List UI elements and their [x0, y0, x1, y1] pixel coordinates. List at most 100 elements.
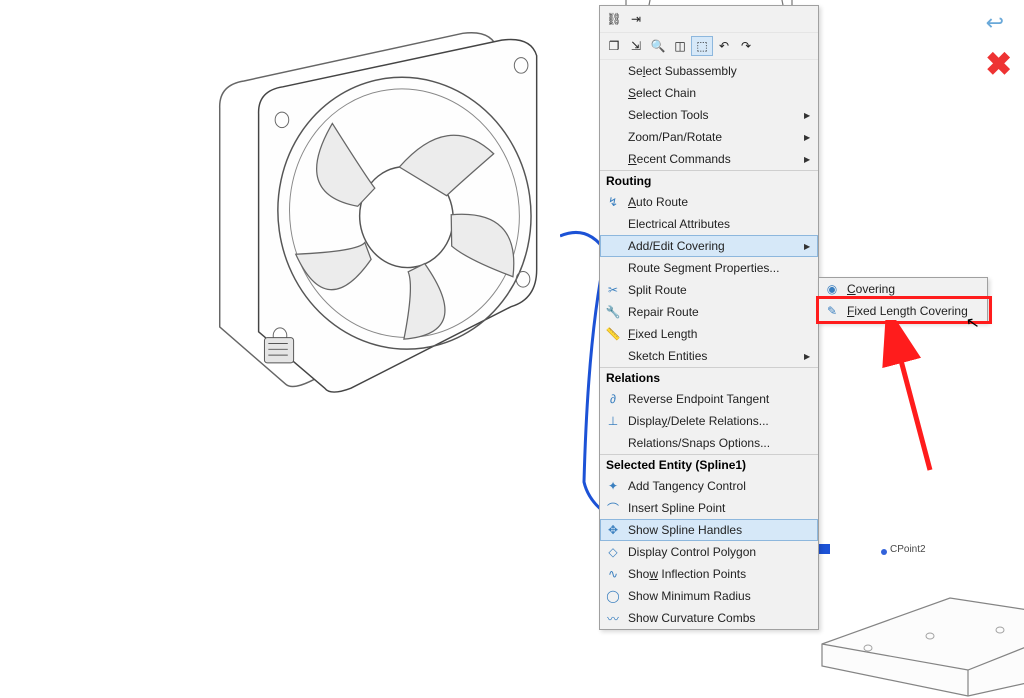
tangency-ctrl-icon: ✦	[602, 477, 624, 495]
add-tangency[interactable]: ✦ Add Tangency Control	[600, 475, 818, 497]
spline-handle-icon: ✥	[602, 521, 624, 539]
auto-route-label: Auto Route	[628, 195, 814, 209]
route-seg-props-label: Route Segment Properties...	[628, 261, 814, 275]
repair-route-label: Repair Route	[628, 305, 814, 319]
blank	[602, 128, 624, 146]
measure-icon[interactable]: ⇲	[625, 36, 647, 56]
section-relations: Relations	[600, 367, 818, 388]
select-chain[interactable]: Select Chain	[600, 82, 818, 104]
add-edit-covering-label: Add/Edit Covering	[628, 239, 804, 253]
curvature-icon: 〰	[602, 609, 624, 627]
display-ctrl-poly[interactable]: ◇ Display Control Polygon	[600, 541, 818, 563]
covering-label: Covering	[847, 282, 983, 296]
svg-text:CPoint2: CPoint2	[890, 544, 926, 555]
covering[interactable]: ◉ Covering	[819, 278, 987, 300]
show-spline-handle[interactable]: ✥ Show Spline Handles	[600, 519, 818, 541]
blank	[602, 106, 624, 124]
context-toolbar-1: ⛓⇥	[600, 6, 818, 33]
copy-icon[interactable]: ❐	[603, 36, 625, 56]
select-chain-label: Select Chain	[628, 86, 814, 100]
sketch-entities-label: Sketch Entities	[628, 349, 804, 363]
add-tangency-label: Add Tangency Control	[628, 479, 814, 493]
model-viewport[interactable]: CPoint2 ↩ ✖	[0, 0, 1024, 667]
close-icon[interactable]: ✖	[985, 48, 1012, 80]
rotate-left-icon[interactable]: ↶	[713, 36, 735, 56]
show-min-radius-label: Show Minimum Radius	[628, 589, 814, 603]
rotate-right-icon[interactable]: ↷	[735, 36, 757, 56]
section-routing: Routing	[600, 170, 818, 191]
submenu-arrow-icon: ▶	[804, 133, 814, 142]
fixed-length-cov[interactable]: ✎ Fixed Length Covering	[819, 300, 987, 322]
fixed-length-cov-label: Fixed Length Covering	[847, 304, 983, 318]
show-curvature[interactable]: 〰 Show Curvature Combs	[600, 607, 818, 629]
relations-icon: ⊥	[602, 412, 624, 430]
insert-spline-pt[interactable]: ⌒ Insert Spline Point	[600, 497, 818, 519]
insert-spline-pt-label: Insert Spline Point	[628, 501, 814, 515]
scissors-icon: ✂	[602, 281, 624, 299]
blank	[602, 150, 624, 168]
add-edit-covering[interactable]: Add/Edit Covering▶	[600, 235, 818, 257]
view-icon[interactable]: ◫	[669, 36, 691, 56]
tangent-icon: ∂	[602, 390, 624, 408]
sketch-entities[interactable]: Sketch Entities▶	[600, 345, 818, 367]
split-route-label: Split Route	[628, 283, 814, 297]
select-subassembly-label: Select Subassembly	[628, 64, 814, 78]
display-ctrl-poly-label: Display Control Polygon	[628, 545, 814, 559]
submenu-arrow-icon: ▶	[804, 111, 814, 120]
spline-pt-icon: ⌒	[602, 499, 624, 517]
recent-commands[interactable]: Recent Commands▶	[600, 148, 818, 170]
section-selected: Selected Entity (Spline1)	[600, 454, 818, 475]
zoom-pan-rotate[interactable]: Zoom/Pan/Rotate▶	[600, 126, 818, 148]
blank	[602, 62, 624, 80]
show-inflection-label: Show Inflection Points	[628, 567, 814, 581]
fixed-length[interactable]: 📏 Fixed Length	[600, 323, 818, 345]
blank	[602, 347, 624, 365]
fixed-cov-icon: ✎	[821, 302, 843, 320]
route-icon: ↯	[602, 193, 624, 211]
show-curvature-label: Show Curvature Combs	[628, 611, 814, 625]
radius-icon: ◯	[602, 587, 624, 605]
reverse-endpoint-label: Reverse Endpoint Tangent	[628, 392, 814, 406]
wrench-icon: 🔧	[602, 303, 624, 321]
show-inflection[interactable]: ∿ Show Inflection Points	[600, 563, 818, 585]
context-menu: ⛓⇥ ❐⇲🔍◫⬚↶↷ Select Subassembly Select Chai…	[599, 5, 819, 630]
blank	[602, 84, 624, 102]
undo-link-icon[interactable]: ⛓	[603, 9, 625, 29]
normal-icon[interactable]: ⬚	[691, 36, 713, 56]
blank	[602, 215, 624, 233]
dimension-icon[interactable]: ⇥	[625, 9, 647, 29]
show-spline-handle-label: Show Spline Handles	[628, 523, 814, 537]
zoom-icon[interactable]: 🔍	[647, 36, 669, 56]
fan-model-front	[210, 30, 560, 410]
auto-route[interactable]: ↯ Auto Route	[600, 191, 818, 213]
blank	[602, 237, 624, 255]
selection-tools-label: Selection Tools	[628, 108, 804, 122]
context-toolbar-2: ❐⇲🔍◫⬚↶↷	[600, 33, 818, 60]
split-route[interactable]: ✂ Split Route	[600, 279, 818, 301]
select-subassembly[interactable]: Select Subassembly	[600, 60, 818, 82]
ruler-icon: 📏	[602, 325, 624, 343]
relations-snaps[interactable]: Relations/Snaps Options...	[600, 432, 818, 454]
submenu-arrow-icon: ▶	[804, 352, 814, 361]
undo-icon[interactable]: ↩	[986, 10, 1004, 36]
electrical-attrs[interactable]: Electrical Attributes	[600, 213, 818, 235]
covering-submenu: ◉ Covering ✎ Fixed Length Covering	[818, 277, 988, 323]
submenu-arrow-icon: ▶	[804, 242, 814, 251]
zoom-pan-rotate-label: Zoom/Pan/Rotate	[628, 130, 804, 144]
reverse-endpoint[interactable]: ∂ Reverse Endpoint Tangent	[600, 388, 818, 410]
inflection-icon: ∿	[602, 565, 624, 583]
recent-commands-label: Recent Commands	[628, 152, 804, 166]
fixed-length-label: Fixed Length	[628, 327, 814, 341]
show-min-radius[interactable]: ◯ Show Minimum Radius	[600, 585, 818, 607]
route-seg-props[interactable]: Route Segment Properties...	[600, 257, 818, 279]
submenu-arrow-icon: ▶	[804, 155, 814, 164]
repair-route[interactable]: 🔧 Repair Route	[600, 301, 818, 323]
selection-tools[interactable]: Selection Tools▶	[600, 104, 818, 126]
electrical-attrs-label: Electrical Attributes	[628, 217, 814, 231]
enclosure-model: CPoint2	[820, 528, 1024, 698]
display-relations[interactable]: ⊥ Display/Delete Relations...	[600, 410, 818, 432]
ctrl-poly-icon: ◇	[602, 543, 624, 561]
covering-icon: ◉	[821, 280, 843, 298]
display-relations-label: Display/Delete Relations...	[628, 414, 814, 428]
blank	[602, 434, 624, 452]
